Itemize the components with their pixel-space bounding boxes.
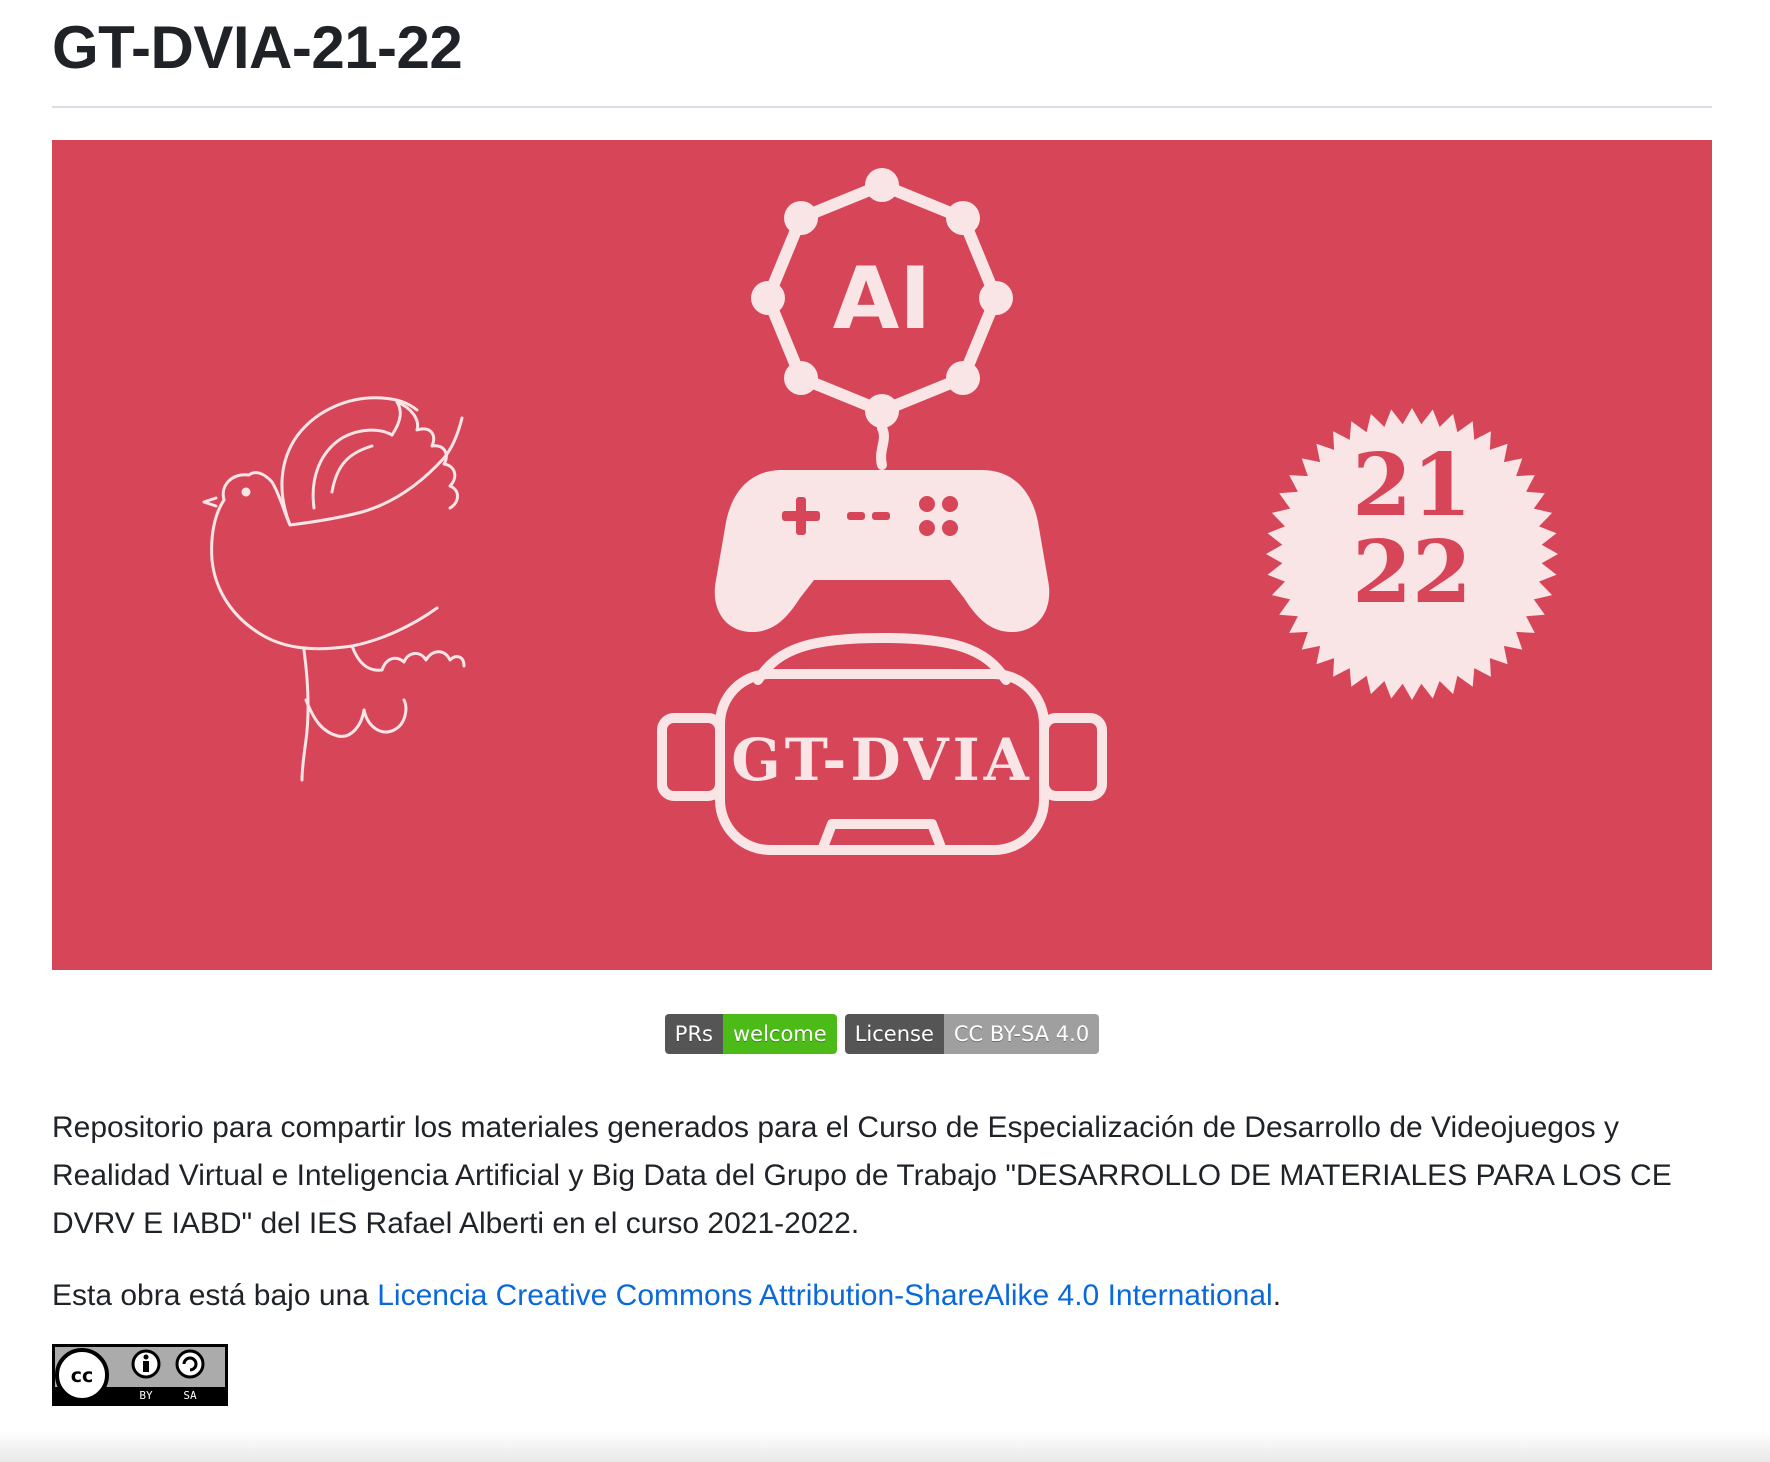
license-badge[interactable]: License CC BY-SA 4.0 bbox=[844, 1014, 1100, 1054]
cc-sa-text: SA bbox=[183, 1389, 197, 1402]
svg-text:cc: cc bbox=[71, 1365, 94, 1387]
badge-message: CC BY-SA 4.0 bbox=[943, 1014, 1100, 1054]
page-bottom-shadow bbox=[0, 1432, 1770, 1462]
ai-network-icon: AI bbox=[751, 168, 1013, 470]
gt-dvia-logo-text: GT-DVIA bbox=[731, 726, 1033, 794]
gamepad-icon bbox=[714, 470, 1050, 632]
license-prefix: Esta obra está bajo una bbox=[52, 1279, 378, 1312]
seal-badge-icon: 21 22 bbox=[1266, 408, 1558, 700]
year-top: 21 bbox=[1352, 435, 1472, 536]
cc-by-text: BY bbox=[139, 1389, 153, 1402]
badge-label: License bbox=[844, 1014, 944, 1054]
banner-image: AI GT-DVIA 21 22 bbox=[52, 140, 1712, 970]
readme-content: GT-DVIA-21-22 AI GT-DVIA 21 22 PRs welco… bbox=[52, 0, 1712, 1406]
sa-sharealike-icon bbox=[175, 1349, 205, 1379]
vr-headset-icon: GT-DVIA bbox=[657, 633, 1107, 855]
ai-label: AI bbox=[833, 249, 932, 349]
description-paragraph: Repositorio para compartir los materiale… bbox=[52, 1111, 1672, 1240]
cc-by-sa-license-image[interactable]: cc BY SA bbox=[52, 1344, 228, 1406]
page-title: GT-DVIA-21-22 bbox=[52, 14, 463, 81]
year-bottom: 22 bbox=[1352, 522, 1472, 623]
badge-label: PRs bbox=[664, 1014, 723, 1054]
title-divider bbox=[52, 106, 1712, 108]
license-paragraph: Esta obra está bajo una Licencia Creativ… bbox=[52, 1272, 1712, 1320]
badge-row: PRs welcome License CC BY-SA 4.0 bbox=[52, 1014, 1712, 1054]
badge-message: welcome bbox=[722, 1014, 837, 1054]
prs-welcome-badge[interactable]: PRs welcome bbox=[664, 1014, 837, 1054]
license-suffix: . bbox=[1272, 1279, 1282, 1312]
license-link[interactable]: Licencia Creative Commons Attribution-Sh… bbox=[377, 1279, 1272, 1312]
dove-icon bbox=[202, 396, 466, 782]
